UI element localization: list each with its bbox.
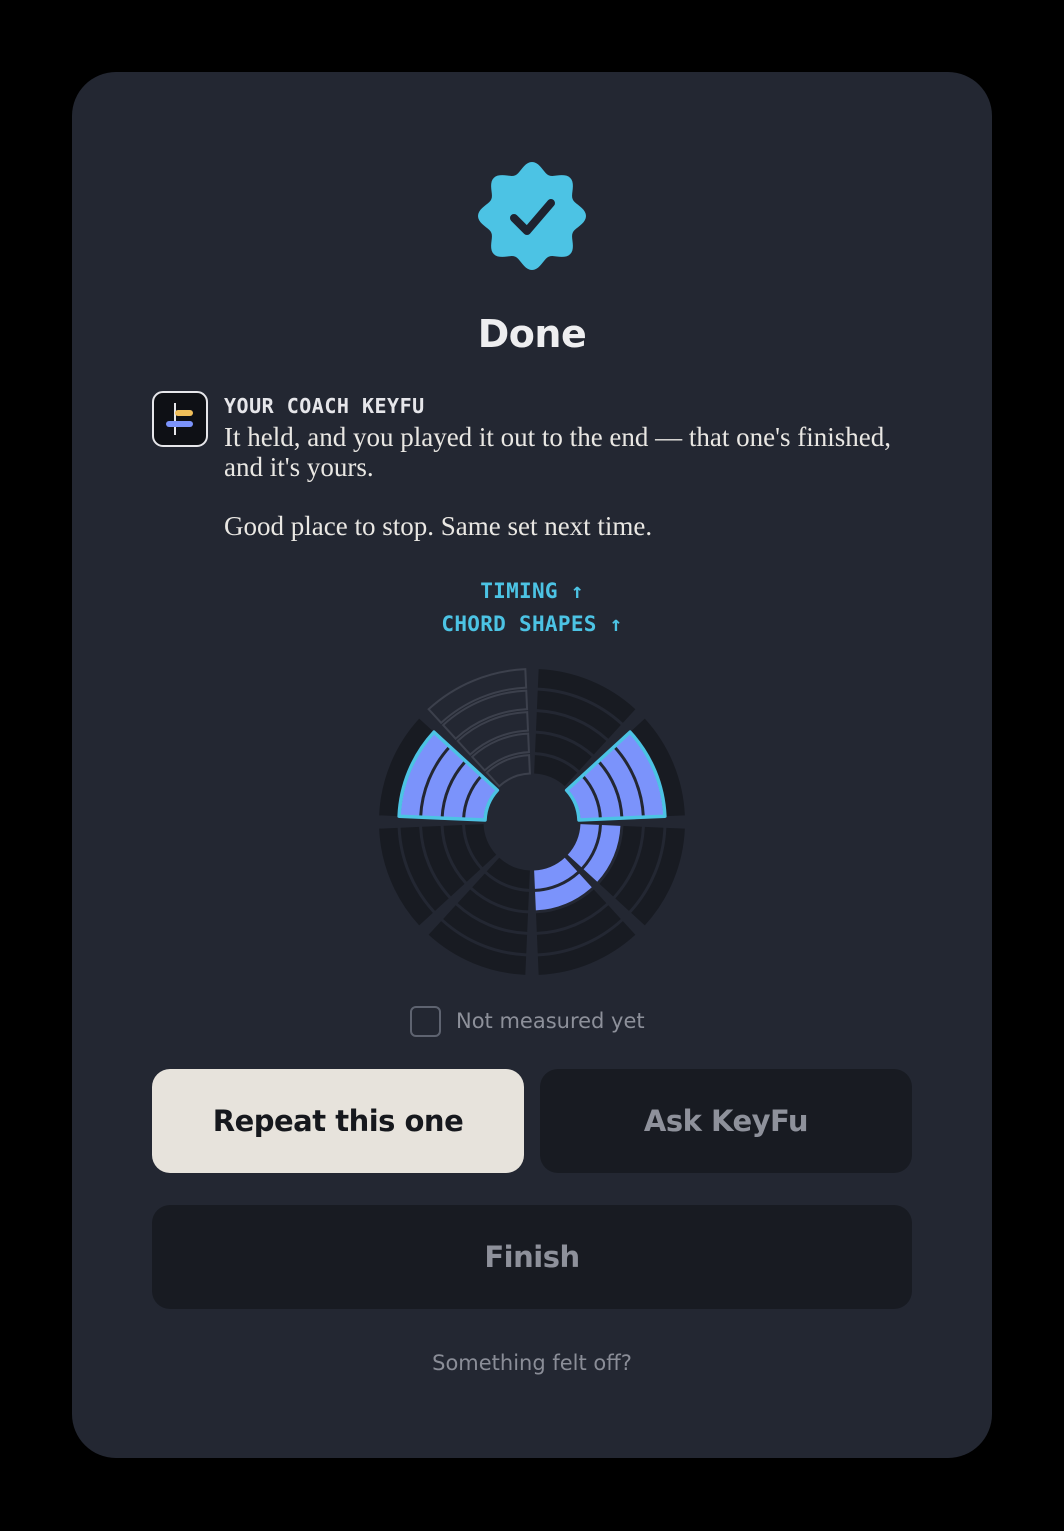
radial-segment-7-ring-1: [470, 732, 530, 772]
coach-message: It held, and you played it out to the en…: [224, 422, 891, 482]
gain-timing: TIMING ↑: [480, 579, 584, 603]
feedback-link[interactable]: Something felt off?: [0, 1348, 1064, 1378]
verified-badge-icon: [478, 162, 586, 270]
gain-chord-shapes: CHORD SHAPES ↑: [441, 612, 623, 636]
page-title: Done: [477, 312, 587, 356]
repeat-button[interactable]: Repeat this one: [152, 1069, 524, 1173]
radial-segment-7-ring-2: [456, 711, 530, 756]
legend: Not measured yet: [410, 1004, 645, 1038]
unmeasured-swatch: [410, 1005, 441, 1037]
coach-message-followup: Good place to stop. Same set next time.: [224, 511, 653, 541]
keyfu-logo-icon: [152, 391, 208, 447]
legend-label: Not measured yet: [456, 1009, 645, 1033]
radial-segment-7-ring-0: [485, 754, 531, 788]
skill-radial-chart: [379, 668, 685, 975]
ask-keyfu-button[interactable]: Ask KeyFu: [540, 1069, 912, 1173]
coach-name: YOUR COACH KEYFU: [224, 394, 425, 418]
finish-button[interactable]: Finish: [152, 1205, 912, 1309]
